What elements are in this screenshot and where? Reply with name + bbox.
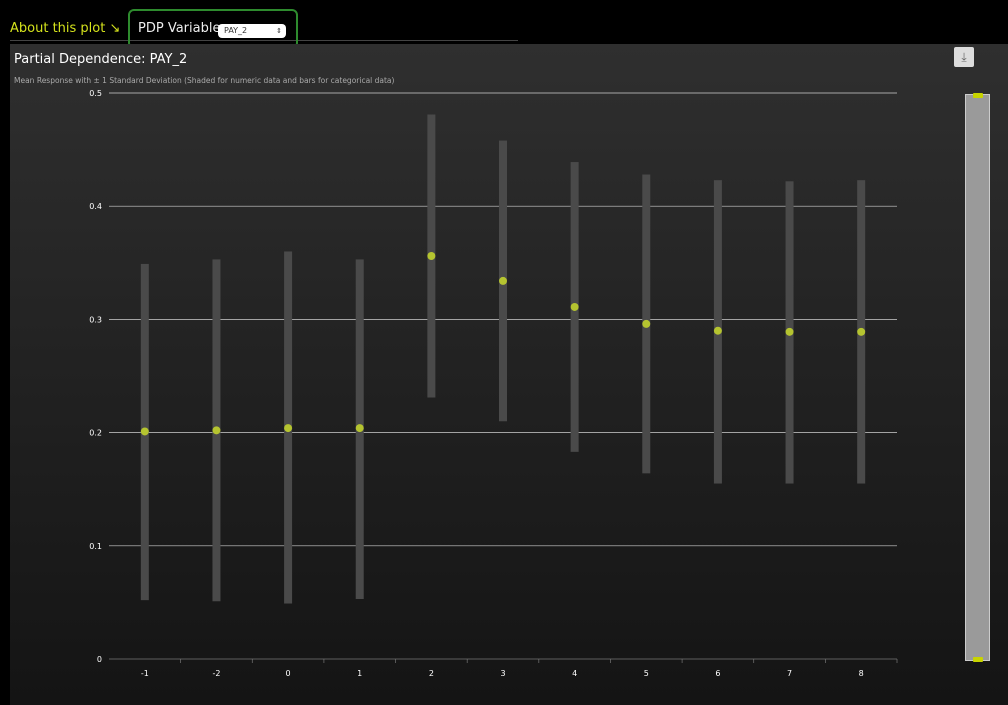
mean-point bbox=[857, 327, 866, 336]
x-tick-label: 3 bbox=[500, 669, 505, 678]
x-tick-label: -2 bbox=[212, 669, 220, 678]
x-tick-label: 8 bbox=[859, 669, 864, 678]
mean-point bbox=[499, 276, 507, 285]
y-tick-label: 0.4 bbox=[89, 202, 102, 211]
x-tick-label: 0 bbox=[286, 669, 291, 678]
mean-point bbox=[284, 424, 293, 433]
mean-point bbox=[427, 252, 436, 261]
mean-point bbox=[570, 302, 579, 311]
x-tick-label: 6 bbox=[715, 669, 720, 678]
mean-point bbox=[713, 326, 722, 335]
x-tick-label: -1 bbox=[141, 669, 149, 678]
x-tick-label: 1 bbox=[357, 669, 362, 678]
zoom-scrollbar[interactable] bbox=[965, 93, 990, 662]
mean-point bbox=[355, 424, 364, 433]
mean-point bbox=[785, 327, 794, 336]
chart-svg: 0 0.1 0.2 0.3 0.4 0.5 -1 -2 0 1 2 3 4 5 6 7 8 bbox=[89, 89, 898, 678]
x-tick-label: 4 bbox=[572, 669, 577, 678]
y-tick-label: 0.3 bbox=[89, 315, 102, 324]
y-tick-label: 0 bbox=[97, 655, 102, 664]
scrollbar-bottom-handle[interactable] bbox=[973, 657, 983, 662]
y-tick-label: 0.2 bbox=[89, 429, 102, 438]
y-tick-label: 0.1 bbox=[89, 542, 102, 551]
x-tick-label: 7 bbox=[787, 669, 792, 678]
mean-point bbox=[212, 426, 221, 435]
scrollbar-top-handle[interactable] bbox=[973, 93, 983, 98]
mean-point bbox=[140, 427, 149, 436]
x-tick-label: 5 bbox=[644, 669, 649, 678]
mean-point bbox=[642, 319, 651, 328]
y-tick-label: 0.5 bbox=[89, 89, 102, 98]
x-tick-label: 2 bbox=[429, 669, 434, 678]
